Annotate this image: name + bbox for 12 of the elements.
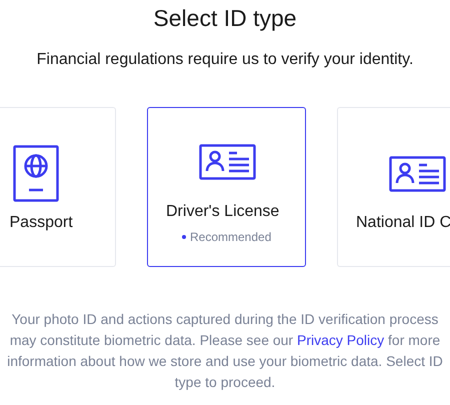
id-card-icon [199, 144, 256, 180]
id-type-card[interactable]: Driver's License Recommended [147, 107, 306, 267]
passport-icon [13, 145, 59, 202]
id-card-icon [389, 156, 446, 192]
subtitle: Financial regulations require us to verify your identity. [36, 50, 414, 70]
privacy-policy-link[interactable]: Privacy Policy [297, 332, 384, 348]
page-title: Select ID type [153, 4, 297, 32]
id-type-card[interactable]: Passport [0, 107, 116, 267]
id-type-label: Passport [10, 213, 73, 233]
disclaimer: Your photo ID and actions captured during the ID verification process may constitute biometric data. Please see our Privacy Policy for more information about how we store and use your biometric data. Select ID type to proceed. [6, 310, 444, 392]
id-type-label: Driver's License [166, 202, 280, 222]
recommended-note: Recommended [190, 229, 272, 245]
